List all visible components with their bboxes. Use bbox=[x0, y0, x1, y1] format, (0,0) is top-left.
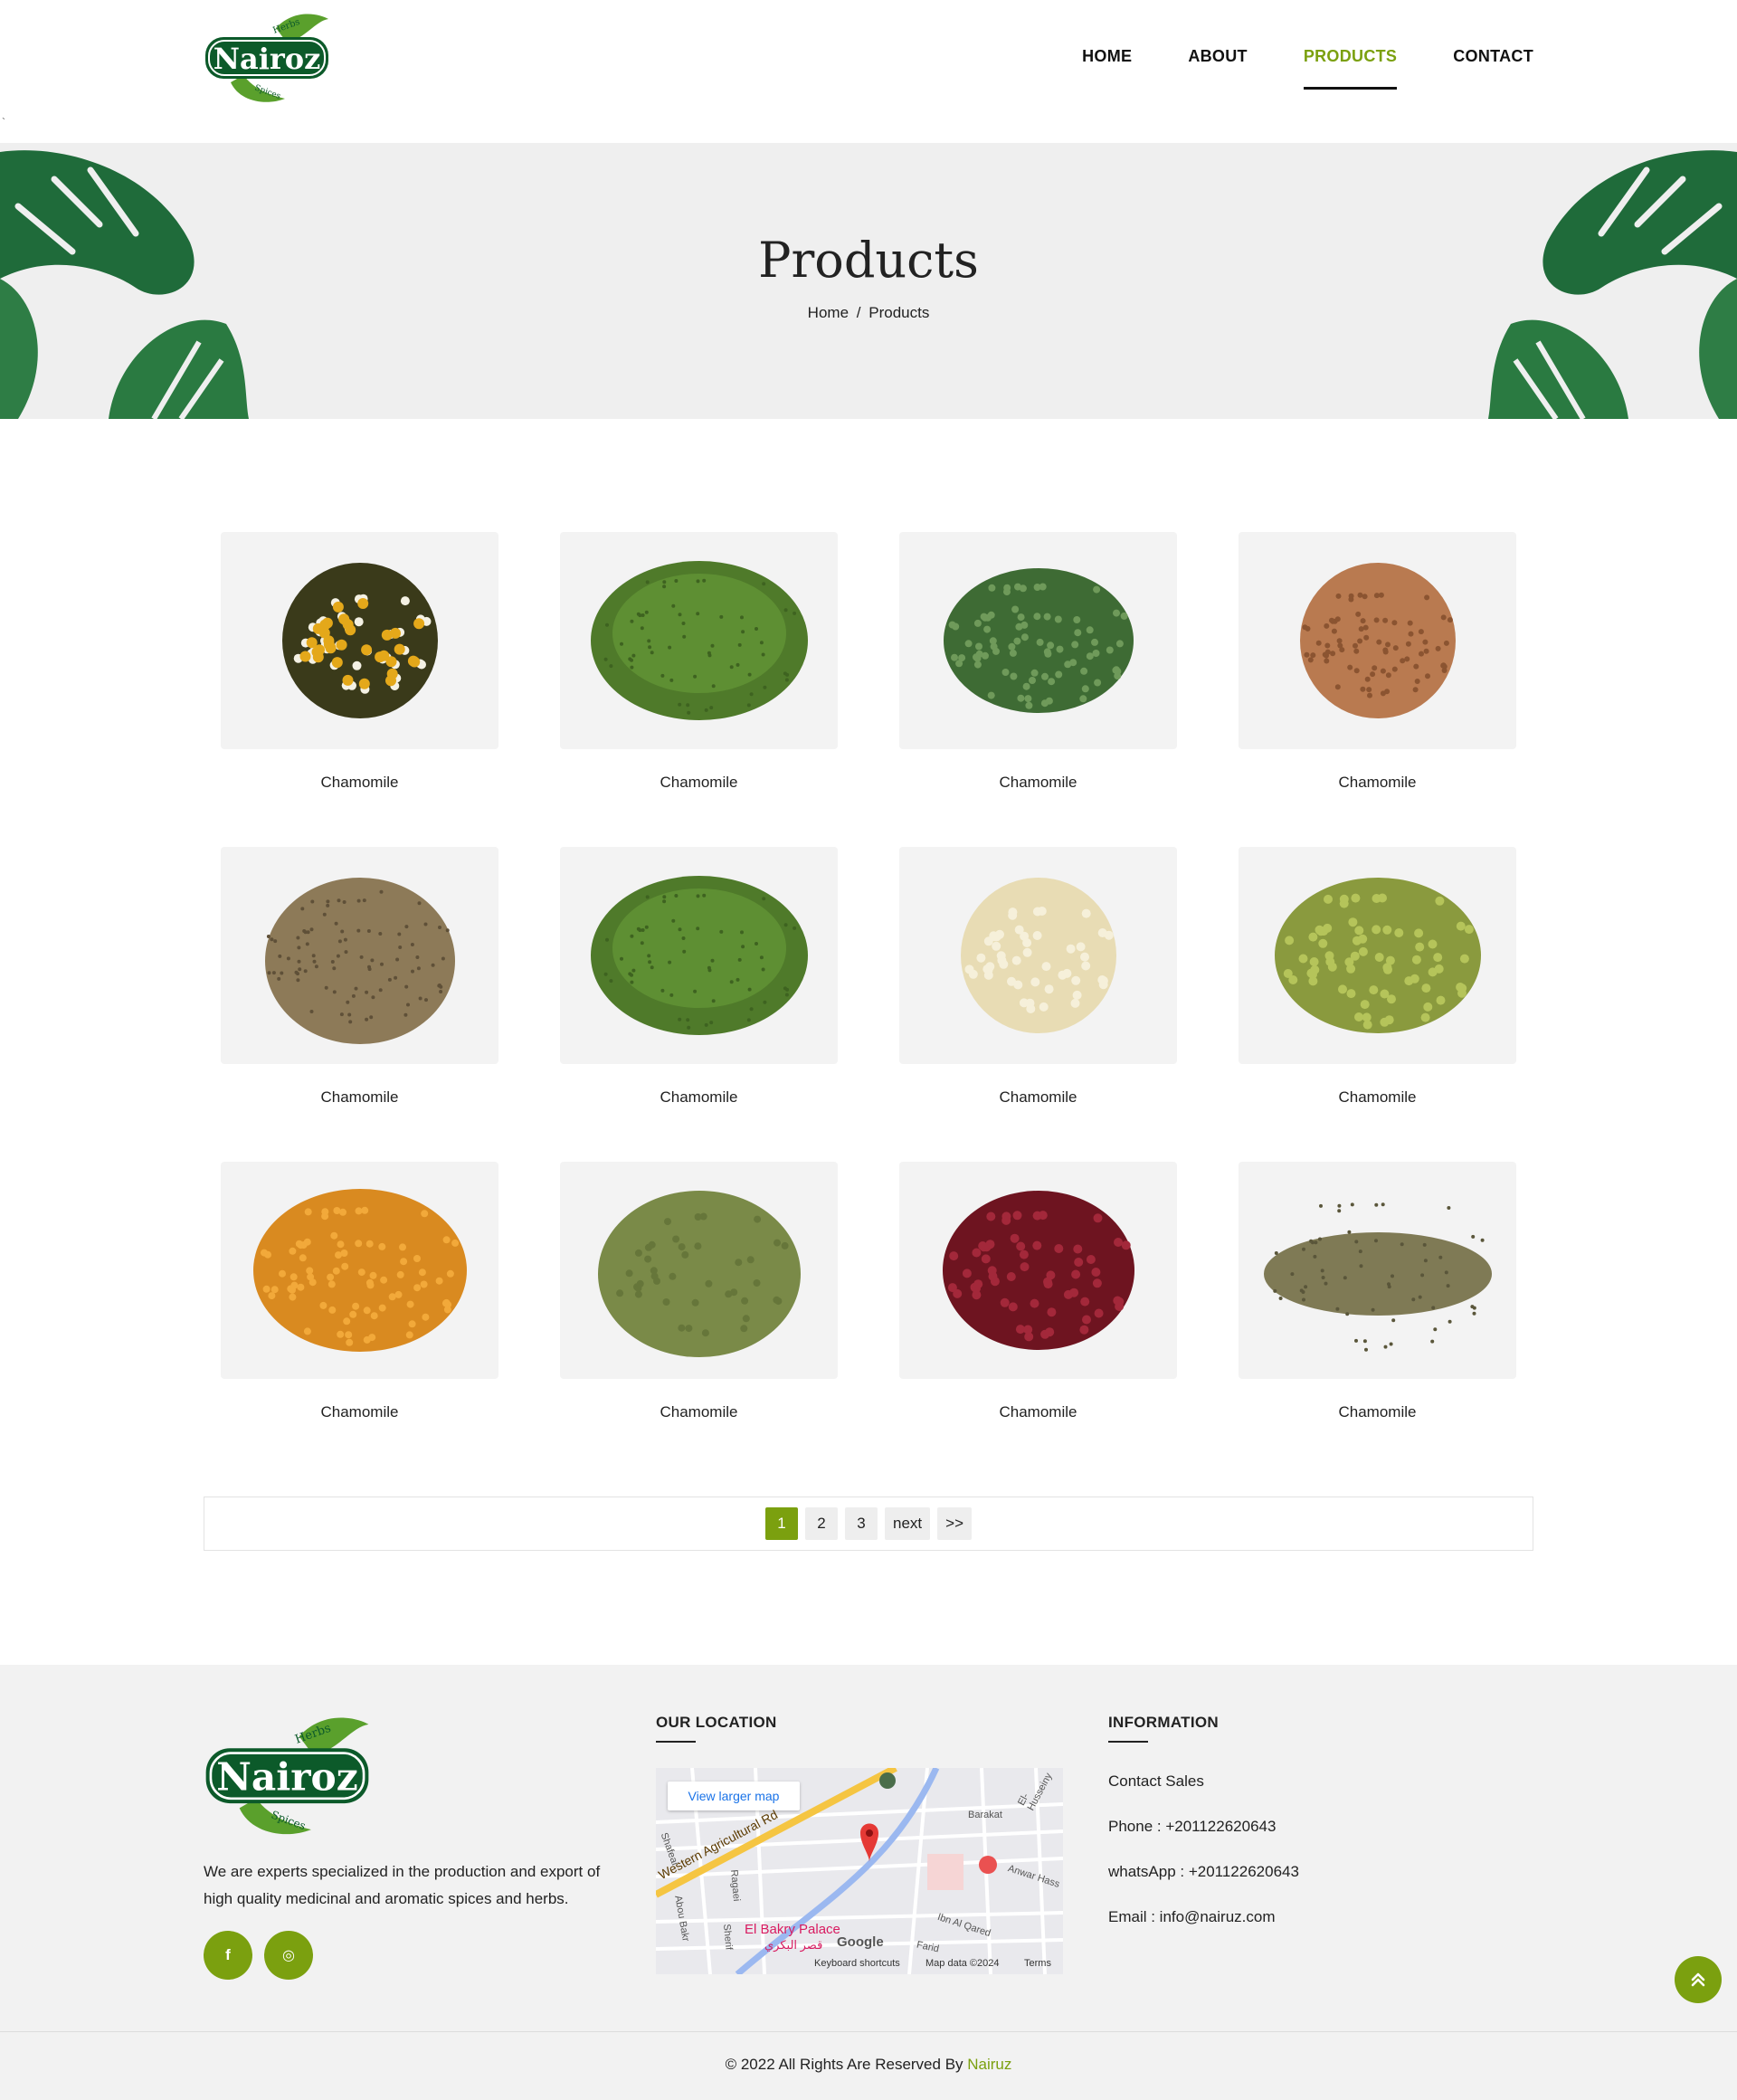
product-name[interactable]: Chamomile bbox=[1239, 774, 1516, 792]
map-terms-link[interactable]: Terms bbox=[1024, 1958, 1051, 1969]
map-keyboard-shortcuts[interactable]: Keyboard shortcuts bbox=[814, 1958, 900, 1969]
product-card[interactable]: Chamomile bbox=[560, 847, 838, 1107]
product-card[interactable]: Chamomile bbox=[560, 1162, 838, 1421]
breadcrumb: Home / Products bbox=[0, 304, 1737, 322]
footer-about-text: We are experts specialized in the produc… bbox=[204, 1863, 601, 1907]
email-text[interactable]: Email : info@nairuz.com bbox=[1108, 1908, 1276, 1926]
product-name[interactable]: Chamomile bbox=[560, 1088, 838, 1107]
product-image[interactable] bbox=[560, 532, 838, 749]
location-map[interactable]: View larger map Western Agricultural Rd … bbox=[656, 1768, 1063, 1974]
pagination: 1 2 3 next >> bbox=[204, 1497, 1533, 1551]
last-page-button[interactable]: >> bbox=[937, 1507, 972, 1540]
nav-contact[interactable]: CONTACT bbox=[1453, 47, 1533, 90]
facebook-icon[interactable]: f bbox=[204, 1931, 252, 1980]
breadcrumb-home[interactable]: Home bbox=[808, 304, 849, 321]
map-place-label: El Bakry Palace bbox=[745, 1922, 840, 1937]
copyright-bar: © 2022 All Rights Are Reserved By Nairuz bbox=[0, 2031, 1737, 2100]
product-name[interactable]: Chamomile bbox=[899, 1403, 1177, 1421]
breadcrumb-current: Products bbox=[868, 304, 930, 321]
product-name[interactable]: Chamomile bbox=[560, 774, 838, 792]
location-heading: OUR LOCATION bbox=[656, 1714, 777, 1743]
product-image[interactable] bbox=[899, 847, 1177, 1064]
stray-mark: ` bbox=[2, 116, 5, 128]
copyright-text: © 2022 All Rights Are Reserved By bbox=[725, 2056, 963, 2073]
instagram-icon[interactable]: ◎ bbox=[264, 1931, 313, 1980]
page-3-button[interactable]: 3 bbox=[845, 1507, 878, 1540]
breadcrumb-separator: / bbox=[856, 304, 861, 321]
product-image[interactable] bbox=[221, 847, 498, 1064]
product-card[interactable]: Chamomile bbox=[221, 847, 498, 1107]
product-image[interactable] bbox=[560, 1162, 838, 1379]
map-place-label-ar: قصر البكري bbox=[764, 1938, 823, 1952]
product-card[interactable]: Chamomile bbox=[560, 532, 838, 792]
map-label-barakat: Barakat bbox=[968, 1810, 1002, 1820]
product-name[interactable]: Chamomile bbox=[560, 1403, 838, 1421]
nav-about[interactable]: ABOUT bbox=[1188, 47, 1248, 90]
phone-text[interactable]: Phone : +201122620643 bbox=[1108, 1818, 1276, 1836]
google-logo: Google bbox=[837, 1934, 884, 1950]
map-label-sherif: Sherif bbox=[721, 1924, 735, 1951]
product-card[interactable]: Chamomile bbox=[1239, 847, 1516, 1107]
product-name[interactable]: Chamomile bbox=[221, 1088, 498, 1107]
main-nav: HOME ABOUT PRODUCTS CONTACT bbox=[1026, 47, 1533, 90]
product-image[interactable] bbox=[1239, 532, 1516, 749]
product-card[interactable]: Chamomile bbox=[899, 1162, 1177, 1421]
nairoz-logo[interactable]: Nairoz Herbs Spices bbox=[204, 12, 330, 106]
next-page-button[interactable]: next bbox=[885, 1507, 931, 1540]
site-header: Nairoz Herbs Spices HOME ABOUT PRODUCTS … bbox=[0, 0, 1737, 143]
svg-text:Nairoz: Nairoz bbox=[214, 42, 321, 76]
product-card[interactable]: Chamomile bbox=[221, 1162, 498, 1421]
svg-text:Nairoz: Nairoz bbox=[216, 1754, 358, 1800]
nav-home[interactable]: HOME bbox=[1082, 47, 1132, 90]
page-title: Products bbox=[758, 232, 979, 289]
scroll-to-top-button[interactable] bbox=[1675, 1956, 1722, 2003]
copyright-brand-link[interactable]: Nairuz bbox=[967, 2056, 1011, 2073]
product-name[interactable]: Chamomile bbox=[1239, 1403, 1516, 1421]
footer-logo[interactable]: Nairoz Herbs Spices bbox=[204, 1715, 371, 1839]
view-larger-map-link[interactable]: View larger map bbox=[668, 1782, 800, 1810]
product-image[interactable] bbox=[221, 1162, 498, 1379]
whatsapp-text[interactable]: whatsApp : +201122620643 bbox=[1108, 1863, 1299, 1881]
product-card[interactable]: Chamomile bbox=[1239, 532, 1516, 792]
product-card[interactable]: Chamomile bbox=[899, 847, 1177, 1107]
nav-products[interactable]: PRODUCTS bbox=[1303, 47, 1398, 90]
product-card[interactable]: Chamomile bbox=[221, 532, 498, 792]
product-name[interactable]: Chamomile bbox=[1239, 1088, 1516, 1107]
product-image[interactable] bbox=[560, 847, 838, 1064]
product-image[interactable] bbox=[1239, 1162, 1516, 1379]
page-1-button[interactable]: 1 bbox=[765, 1507, 798, 1540]
map-data-credit: Map data ©2024 bbox=[925, 1958, 1000, 1969]
product-card[interactable]: Chamomile bbox=[1239, 1162, 1516, 1421]
product-image[interactable] bbox=[899, 532, 1177, 749]
page-banner: Products Home / Products bbox=[0, 143, 1737, 419]
product-name[interactable]: Chamomile bbox=[221, 774, 498, 792]
product-card[interactable]: Chamomile bbox=[899, 532, 1177, 792]
information-heading: INFORMATION bbox=[1108, 1714, 1219, 1743]
product-image[interactable] bbox=[221, 532, 498, 749]
product-name[interactable]: Chamomile bbox=[899, 774, 1177, 792]
page-2-button[interactable]: 2 bbox=[805, 1507, 838, 1540]
double-chevron-up-icon bbox=[1691, 1972, 1705, 1987]
product-image[interactable] bbox=[899, 1162, 1177, 1379]
contact-sales-text: Contact Sales bbox=[1108, 1772, 1204, 1790]
product-image[interactable] bbox=[1239, 847, 1516, 1064]
product-name[interactable]: Chamomile bbox=[221, 1403, 498, 1421]
product-name[interactable]: Chamomile bbox=[899, 1088, 1177, 1107]
